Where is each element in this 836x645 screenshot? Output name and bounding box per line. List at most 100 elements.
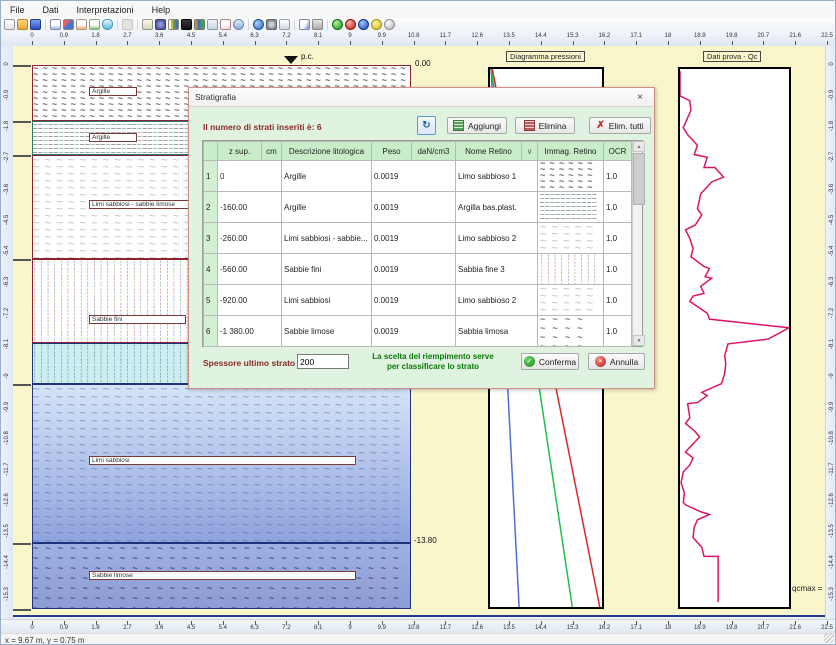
retino-swatch-cell[interactable]: ~~~~~~~~~~~~~~~~~~~~~~~~~~~~~~~~~~~~~~~~… bbox=[538, 161, 604, 192]
picture-frame-icon[interactable] bbox=[142, 19, 153, 30]
save-icon[interactable] bbox=[30, 19, 41, 30]
header-unit-cm[interactable]: cm bbox=[262, 142, 282, 161]
nome-retino-cell[interactable]: Limo sabbioso 2 bbox=[456, 285, 538, 316]
peso-cell[interactable]: 0.0019 bbox=[372, 316, 456, 347]
ocr-cell[interactable]: 1.0 bbox=[604, 161, 632, 192]
gear-icon[interactable] bbox=[155, 19, 166, 30]
delete-all-button[interactable]: ✗ Elim. tutti bbox=[589, 117, 651, 134]
menu-interpretazioni[interactable]: Interpretazioni bbox=[68, 1, 143, 18]
sphere-yellow-icon[interactable] bbox=[371, 19, 382, 30]
row-number-cell[interactable]: 1 bbox=[204, 161, 218, 192]
settings-gear-icon[interactable] bbox=[266, 19, 277, 30]
ocr-cell[interactable]: 1.0 bbox=[604, 223, 632, 254]
descrizione-cell[interactable]: Limi sabbiosi - sabbie... bbox=[282, 223, 372, 254]
lab-flask-icon[interactable] bbox=[102, 19, 113, 30]
ruler-tick-label: 2.7 bbox=[123, 625, 131, 631]
nome-retino-cell[interactable]: Sabbia fine 3 bbox=[456, 254, 538, 285]
compose-icon[interactable] bbox=[89, 19, 100, 30]
descrizione-cell[interactable]: Limi sabbiosi bbox=[282, 285, 372, 316]
peso-cell[interactable]: 0.0019 bbox=[372, 254, 456, 285]
header-ocr[interactable]: OCR bbox=[604, 142, 632, 161]
z-sup-cell[interactable]: -560.00 bbox=[218, 254, 282, 285]
toolbar-separator bbox=[117, 19, 118, 30]
menu-help[interactable]: Help bbox=[143, 1, 180, 18]
row-number-cell[interactable]: 2 bbox=[204, 192, 218, 223]
add-stratum-button[interactable]: Aggiungi bbox=[447, 117, 507, 134]
menu-file[interactable]: File bbox=[1, 1, 34, 18]
z-sup-cell[interactable]: -920.00 bbox=[218, 285, 282, 316]
new-file-icon[interactable] bbox=[4, 19, 15, 30]
descrizione-cell[interactable]: Argille bbox=[282, 192, 372, 223]
row-number-cell[interactable]: 6 bbox=[204, 316, 218, 347]
descrizione-cell[interactable]: Argille bbox=[282, 161, 372, 192]
resize-grip[interactable] bbox=[824, 633, 834, 643]
chart-export-icon[interactable] bbox=[299, 19, 310, 30]
cancel-button[interactable]: × Annulla bbox=[588, 353, 645, 370]
header-nome-retino[interactable]: Nome Retino bbox=[456, 142, 522, 161]
scroll-down-icon[interactable]: ▼ bbox=[633, 335, 645, 346]
nome-retino-cell[interactable]: Argilla bas.plast. bbox=[456, 192, 538, 223]
nome-retino-cell[interactable]: Limo sabbioso 1 bbox=[456, 161, 538, 192]
retino-swatch-cell[interactable]: ~~~~~~~~~~~~~~~~~~~~~~~~~~~~~~~~~~~~~~~~… bbox=[538, 223, 604, 254]
row-number-cell[interactable]: 4 bbox=[204, 254, 218, 285]
row-number-cell[interactable]: 3 bbox=[204, 223, 218, 254]
line-chart-icon[interactable] bbox=[220, 19, 231, 30]
globe-icon[interactable] bbox=[253, 19, 264, 30]
descrizione-cell[interactable]: Sabbie fini bbox=[282, 254, 372, 285]
header-unit-dan[interactable]: daN/cm3 bbox=[412, 142, 456, 161]
sphere-red-icon[interactable] bbox=[345, 19, 356, 30]
window-layout-icon[interactable]: ▾ bbox=[207, 19, 218, 30]
scroll-thumb[interactable] bbox=[633, 153, 645, 205]
peso-cell[interactable]: 0.0019 bbox=[372, 285, 456, 316]
confirm-button[interactable]: ✓ Conferma bbox=[521, 353, 579, 370]
retino-swatch-cell[interactable]: ––––––––––––––––––––––––––––––––––––––––… bbox=[538, 192, 604, 223]
ocr-cell[interactable]: 1.0 bbox=[604, 316, 632, 347]
retino-swatch-cell[interactable]: ¦¦¦¦¦¦¦¦¦¦¦¦¦¦¦¦¦¦¦¦¦¦¦¦¦¦¦¦¦¦¦¦¦¦¦¦¦¦¦¦… bbox=[538, 254, 604, 285]
header-z-sup[interactable]: z sup. bbox=[218, 142, 262, 161]
ruler-tick-label: 19.8 bbox=[726, 33, 738, 39]
column-chart-icon[interactable] bbox=[194, 19, 205, 30]
z-sup-cell[interactable]: 0 bbox=[218, 161, 282, 192]
header-peso[interactable]: Peso bbox=[372, 142, 412, 161]
bar-chart-icon[interactable]: ▾ bbox=[168, 19, 179, 30]
header-descrizione[interactable]: Descrizione litologica bbox=[282, 142, 372, 161]
grid-icon[interactable] bbox=[122, 19, 133, 30]
ocr-cell[interactable]: 1.0 bbox=[604, 192, 632, 223]
descrizione-cell[interactable]: Sabbie limose bbox=[282, 316, 372, 347]
ocr-cell[interactable]: 1.0 bbox=[604, 254, 632, 285]
dialog-title-bar[interactable]: Stratigrafia × bbox=[189, 88, 654, 107]
delete-stratum-button[interactable]: Elimina bbox=[515, 117, 575, 134]
sphere-silver-icon[interactable] bbox=[384, 19, 395, 30]
edit-document-icon[interactable] bbox=[76, 19, 87, 30]
ocr-cell[interactable]: 1.0 bbox=[604, 285, 632, 316]
print-icon[interactable] bbox=[312, 19, 323, 30]
table-view-icon[interactable] bbox=[181, 19, 192, 30]
menu-dati[interactable]: Dati bbox=[34, 1, 68, 18]
sphere-blue-icon[interactable] bbox=[358, 19, 369, 30]
nome-retino-cell[interactable]: Limo sabbioso 2 bbox=[456, 223, 538, 254]
retino-swatch-cell[interactable]: ~~~~~~~~~~~~~~~~~~~~~~~~~~~~~~~~~~~~~~~~… bbox=[538, 285, 604, 316]
refresh-button[interactable]: ↻ bbox=[417, 116, 436, 135]
peso-cell[interactable]: 0.0019 bbox=[372, 161, 456, 192]
sphere-green-icon[interactable] bbox=[332, 19, 343, 30]
notes-icon[interactable] bbox=[279, 19, 290, 30]
header-immag-retino[interactable]: Immag. Retino bbox=[538, 142, 604, 161]
report-icon[interactable] bbox=[50, 19, 61, 30]
scroll-up-icon[interactable]: ▲ bbox=[633, 141, 645, 152]
spessore-input[interactable] bbox=[297, 354, 349, 369]
peso-cell[interactable]: 0.0019 bbox=[372, 192, 456, 223]
row-number-cell[interactable]: 5 bbox=[204, 285, 218, 316]
close-icon[interactable]: × bbox=[632, 92, 648, 103]
retino-swatch-cell[interactable]: ~~~~~~~~~~~~~~~~~~~~~~~~~~~~~~~~~~~~~~~~… bbox=[538, 316, 604, 347]
image-icon[interactable] bbox=[63, 19, 74, 30]
z-sup-cell[interactable]: -1 380.00 bbox=[218, 316, 282, 347]
peso-cell[interactable]: 0.0019 bbox=[372, 223, 456, 254]
retino-dropdown-icon[interactable]: ∨ bbox=[522, 142, 538, 161]
table-scrollbar[interactable]: ▲ ▼ bbox=[632, 141, 642, 346]
refresh-doc-icon[interactable] bbox=[233, 19, 244, 30]
ruler-tick-label: -2.7 bbox=[829, 142, 835, 172]
open-folder-icon[interactable] bbox=[17, 19, 28, 30]
z-sup-cell[interactable]: -260.00 bbox=[218, 223, 282, 254]
nome-retino-cell[interactable]: Sabbia limosa bbox=[456, 316, 538, 347]
z-sup-cell[interactable]: -160.00 bbox=[218, 192, 282, 223]
